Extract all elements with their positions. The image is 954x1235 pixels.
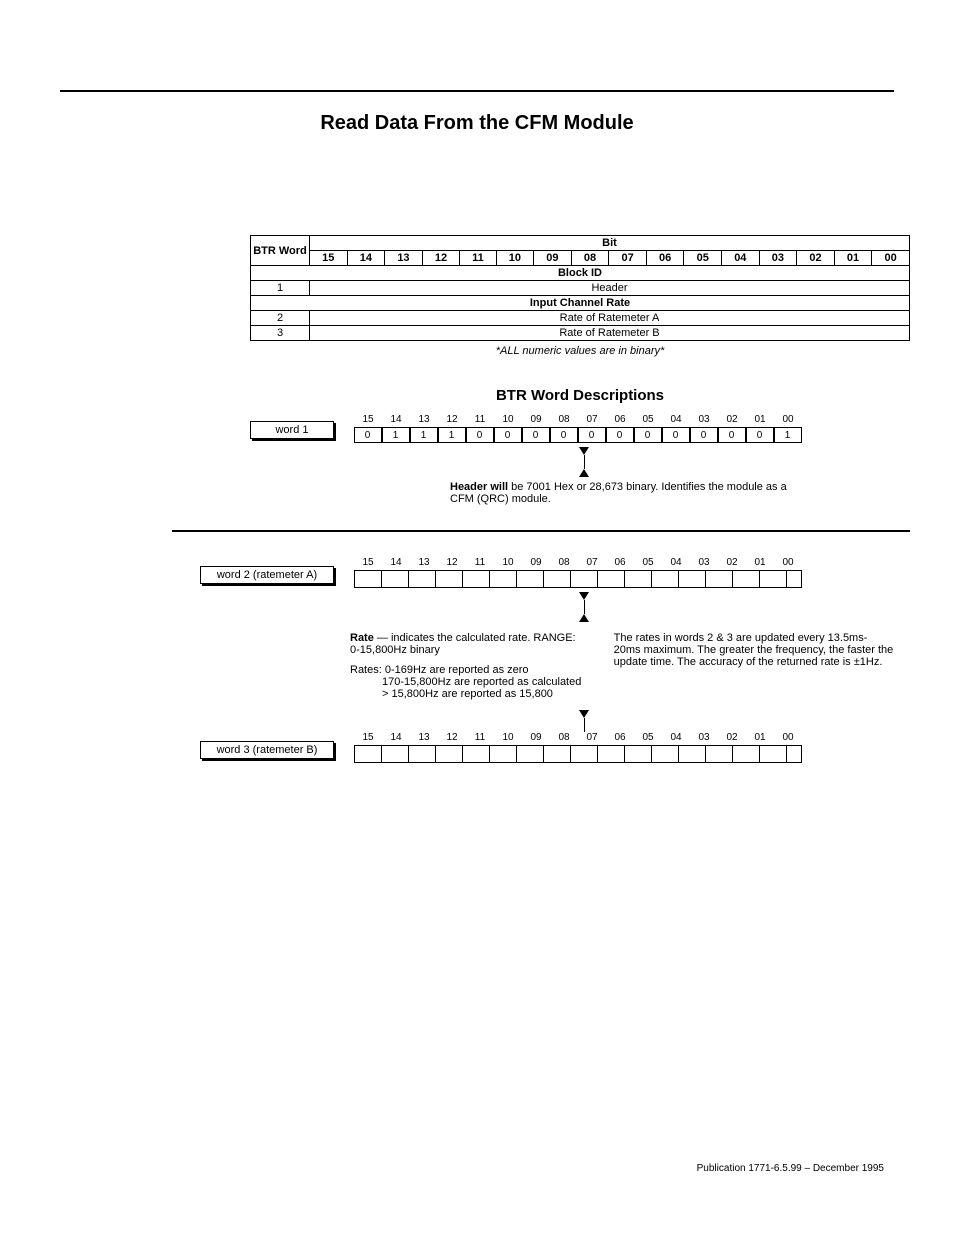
btr-word-header: BTR Word	[251, 236, 310, 266]
page-title: Read Data From the CFM Module	[60, 112, 894, 135]
word1-label: word 1	[250, 421, 334, 439]
word2-brace	[360, 592, 808, 622]
table-row: 3 Rate of Ratemeter B	[251, 326, 910, 341]
word1-strip: word 1 150 141 131 121 110 100 090 080 0…	[250, 414, 894, 443]
publication-note: Publication 1771-6.5.99 – December 1995	[60, 1163, 884, 1174]
arrow-down-icon	[579, 447, 589, 455]
word3-label: word 3 (ratemeter B)	[200, 741, 334, 759]
arrow-down-icon	[579, 710, 589, 718]
btr-word-desc-heading: BTR Word Descriptions	[250, 387, 910, 404]
arrow-down-icon	[579, 592, 589, 600]
arrow-up-icon	[579, 614, 589, 622]
btr-summary-table: BTR Word Bit 15141312 11100908 07060504 …	[250, 235, 910, 341]
word3-strip: word 3 (ratemeter B) 15 14 13 12 11 10 0…	[200, 732, 894, 763]
word2-notes: Rate — indicates the calculated rate. RA…	[350, 632, 894, 700]
table-row: 2 Rate of Ratemeter A	[251, 311, 910, 326]
word1-note: Header will be 7001 Hex or 28,673 binary…	[450, 481, 810, 505]
word2-strip: word 2 (ratemeter A) 15 14 13 12 11 10 0…	[200, 557, 894, 588]
bit-header: Bit	[310, 236, 910, 251]
word3-bit-frame	[354, 745, 802, 763]
arrow-up-icon	[579, 469, 589, 477]
word2-bit-frame	[354, 570, 802, 588]
word3-brace-top	[360, 710, 808, 732]
table-row: 1 Header	[251, 281, 910, 296]
word2-label: word 2 (ratemeter A)	[200, 566, 334, 584]
bit-index-row: 15141312 11100908 07060504 03020100	[251, 251, 910, 266]
section-input-channel-rate: Input Channel Rate	[251, 296, 910, 311]
table-footnote: *ALL numeric values are in binary*	[250, 345, 910, 357]
word1-brace	[360, 447, 808, 477]
section-block-id: Block ID	[251, 266, 910, 281]
